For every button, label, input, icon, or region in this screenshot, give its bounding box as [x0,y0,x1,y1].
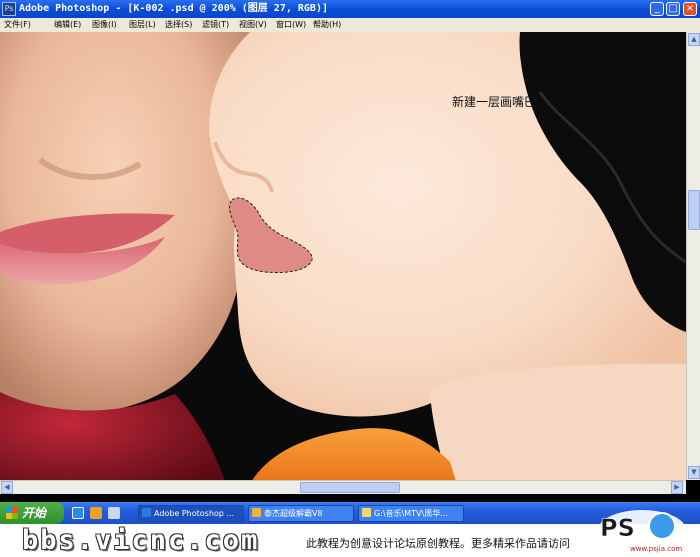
menu-view[interactable]: 视图(V) [239,18,267,32]
horizontal-scrollbar[interactable]: ◀ ▶ [0,480,686,494]
menu-filter[interactable]: 滤镜(T) [202,18,229,32]
scroll-up-icon[interactable]: ▲ [688,33,700,46]
windows-logo-icon [6,507,18,519]
logo-circle-icon [648,512,676,540]
menu-bar: 文件(F) 编辑(E) 图像(I) 图层(L) 选择(S) 滤镜(T) 视图(V… [0,18,700,32]
document-canvas[interactable]: 新建一层画嘴巴。。 [0,32,686,494]
start-label: 开始 [22,506,47,520]
menu-window[interactable]: 窗口(W) [276,18,306,32]
logo-text: PS [600,514,635,542]
maximize-icon[interactable]: □ [666,2,680,16]
taskbar: 开始 Adobe Photoshop ... 泰杰超级解霸V8 G:\音乐\MT… [0,502,700,524]
task-folder[interactable]: G:\音乐\MTV\周华... [358,505,464,522]
photoshop-icon[interactable]: Ps [2,2,16,16]
internet-explorer-icon[interactable] [72,507,84,519]
brand-text: bbs.vicnc.com [22,525,260,556]
menu-select[interactable]: 选择(S) [165,18,192,32]
title-bar: Ps Adobe Photoshop - [K-002 .psd @ 200% … [0,0,700,18]
start-button[interactable]: 开始 [0,502,64,524]
scroll-left-icon[interactable]: ◀ [1,481,13,494]
task-label: Adobe Photoshop ... [154,509,235,518]
window-title: Adobe Photoshop - [K-002 .psd @ 200% (图层… [19,3,328,14]
minimize-icon[interactable]: _ [650,2,664,16]
artwork [0,32,686,494]
scroll-down-icon[interactable]: ▼ [688,466,700,479]
right-neck [430,363,686,494]
task-label: 泰杰超级解霸V8 [264,509,323,518]
logo-url: www.psjia.com [630,545,682,553]
horizontal-scroll-thumb[interactable] [300,482,400,493]
task-photoshop[interactable]: Adobe Photoshop ... [138,505,244,522]
photoshop-icon [142,508,151,517]
media-icon [252,508,261,517]
menu-layer[interactable]: 图层(L) [129,18,156,32]
footer-note: 此教程为创意设计论坛原创教程。更多精采作品请访问 [306,537,570,550]
media-player-icon[interactable] [90,507,102,519]
close-icon[interactable]: × [683,2,697,16]
psjia-logo: PS www.psjia.com [598,510,686,553]
task-media-player[interactable]: 泰杰超级解霸V8 [248,505,354,522]
task-label: G:\音乐\MTV\周华... [374,509,448,518]
footer-banner: bbs.vicnc.com 此教程为创意设计论坛原创教程。更多精采作品请访问 [0,524,700,557]
folder-icon [362,508,371,517]
menu-help[interactable]: 帮助(H) [313,18,341,32]
vertical-scroll-thumb[interactable] [688,190,700,230]
scroll-right-icon[interactable]: ▶ [671,481,683,494]
menu-file[interactable]: 文件(F) [4,18,31,32]
menu-edit[interactable]: 编辑(E) [54,18,81,32]
tutorial-annotation: 新建一层画嘴巴。。 [452,95,555,109]
vertical-scrollbar[interactable]: ▲ ▼ [686,32,700,480]
desktop-icon[interactable] [108,507,120,519]
menu-image[interactable]: 图像(I) [92,18,117,32]
